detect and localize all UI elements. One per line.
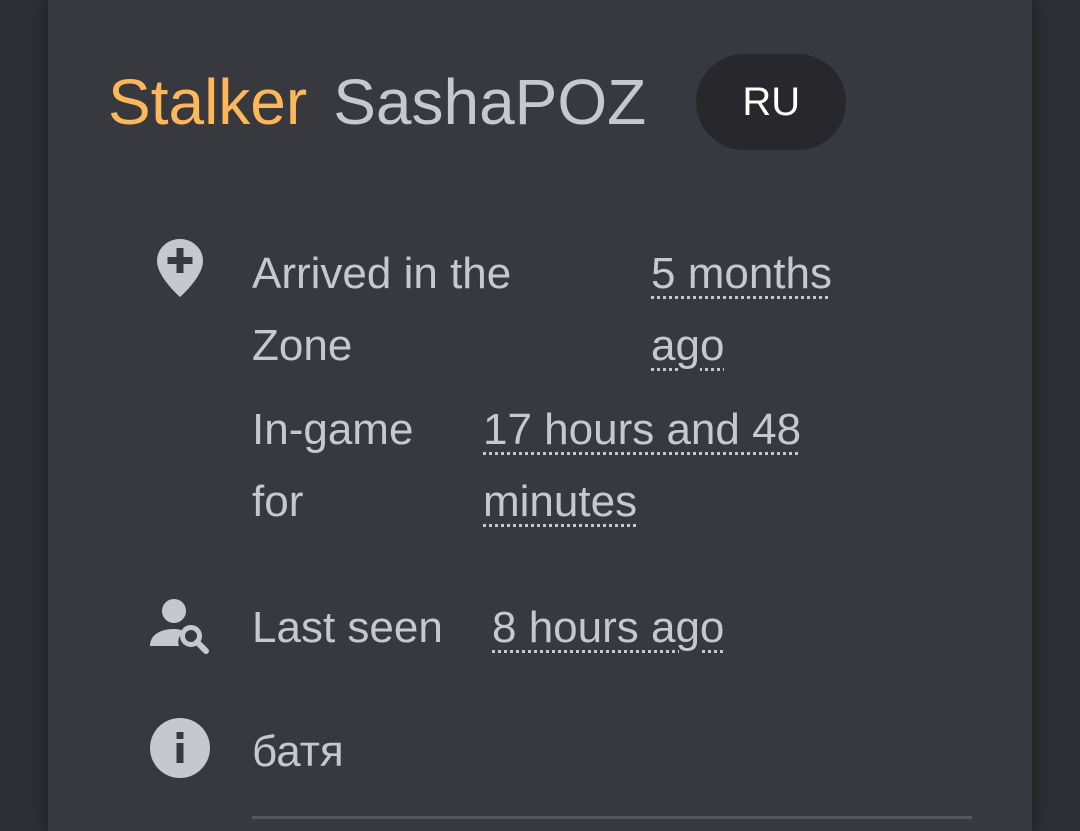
- arrived-label: Arrived in the Zone: [252, 249, 512, 370]
- profile-header: Stalker SashaPOZ RU: [108, 52, 847, 152]
- profile-card: Stalker SashaPOZ RU Arrived in the Zone …: [48, 0, 1032, 831]
- arrived-time[interactable]: 5 months ago: [651, 249, 832, 370]
- divider: [252, 816, 972, 819]
- about-text: батя: [252, 727, 344, 776]
- rank-label: Stalker: [108, 66, 308, 138]
- map-marker-plus-icon: [148, 236, 212, 300]
- ingame-value[interactable]: 17 hours and 48 minutes: [483, 394, 863, 538]
- ingame-label: In-game for: [252, 405, 414, 526]
- language-badge[interactable]: RU: [696, 54, 847, 150]
- arrived-value[interactable]: 5 months ago: [651, 238, 881, 382]
- username: SashaPOZ: [333, 66, 647, 138]
- ingame-duration[interactable]: 17 hours and 48 minutes: [483, 405, 801, 526]
- last-seen-label: Last seen: [252, 603, 443, 652]
- information-icon: [149, 717, 213, 781]
- last-seen-value[interactable]: 8 hours ago: [492, 592, 724, 664]
- account-search-icon: [148, 596, 214, 660]
- last-seen-time[interactable]: 8 hours ago: [492, 603, 724, 652]
